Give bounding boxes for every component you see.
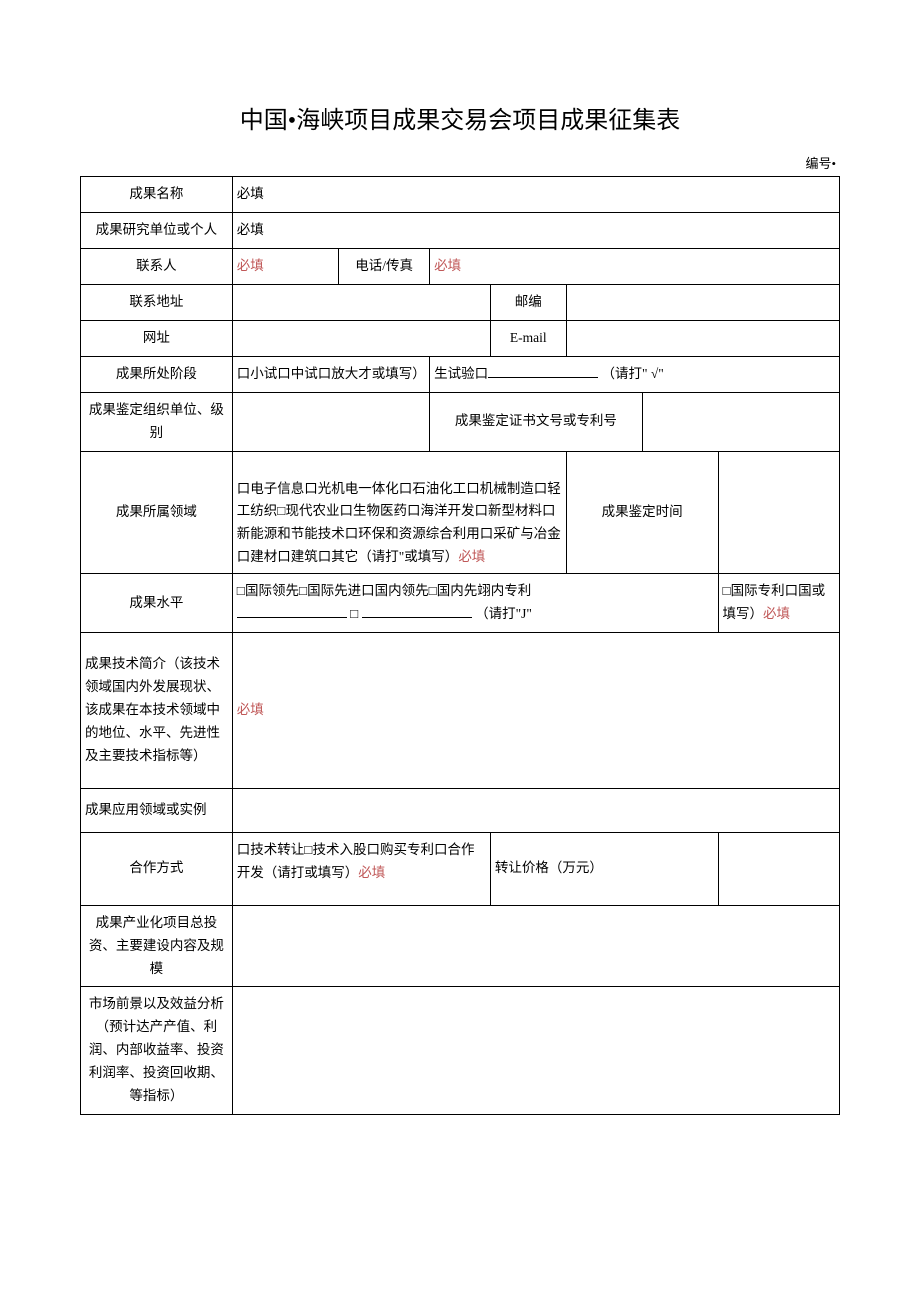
cell-stage-suffix[interactable]: 生试验口 （请打" √" — [430, 356, 840, 392]
serial-label: 编号• — [805, 153, 836, 172]
required-text: 必填 — [763, 606, 790, 621]
cell-website-value[interactable] — [232, 320, 490, 356]
cell-coop-value[interactable]: 口技术转让□技术入股口购买专利口合作开发（请打或填写）必填 — [232, 832, 490, 905]
cell-appraisal-time-value[interactable] — [718, 451, 839, 574]
cell-postcode-value[interactable] — [566, 284, 839, 320]
table-row: 成果水平 □国际领先□国际先进口国内领先□国内先翊内专利 □ （请打"J" □国… — [81, 574, 840, 633]
label-org: 成果研究单位或个人 — [81, 212, 233, 248]
label-application: 成果应用领域或实例 — [81, 788, 233, 832]
label-contact: 联系人 — [81, 248, 233, 284]
label-website: 网址 — [81, 320, 233, 356]
blank-line[interactable] — [237, 604, 347, 618]
label-name: 成果名称 — [81, 177, 233, 213]
cell-level-value1[interactable]: □国际领先□国际先进口国内领先□国内先翊内专利 □ （请打"J" — [232, 574, 718, 633]
table-row: 合作方式 口技术转让□技术入股口购买专利口合作开发（请打或填写）必填 转让价格（… — [81, 832, 840, 905]
cell-phone-value[interactable]: 必填 — [430, 248, 840, 284]
field-options-text: 口电子信息口光机电一体化口石油化工口机械制造口轻工纺织□现代农业口生物医药口海洋… — [237, 481, 561, 565]
cell-field-value[interactable]: 口电子信息口光机电一体化口石油化工口机械制造口轻工纺织□现代农业口生物医药口海洋… — [232, 451, 566, 574]
cell-org-value[interactable]: 必填 — [232, 212, 839, 248]
table-row: 成果应用领域或实例 — [81, 788, 840, 832]
table-row: 成果产业化项目总投资、主要建设内容及规模 — [81, 905, 840, 987]
cell-name-value[interactable]: 必填 — [232, 177, 839, 213]
required-text: 必填 — [434, 258, 461, 273]
table-row: 联系人 必填 电话/传真 必填 — [81, 248, 840, 284]
cell-email-value[interactable] — [566, 320, 839, 356]
label-coop: 合作方式 — [81, 832, 233, 905]
label-market: 市场前景以及效益分析（预计达产产值、利润、内部收益率、投资利润率、投资回收期、等… — [81, 987, 233, 1115]
cell-level-value2[interactable]: □国际专利口国或填写）必填 — [718, 574, 839, 633]
stage-suffix-text2: （请打" √" — [602, 366, 664, 381]
cell-investment-value[interactable] — [232, 905, 839, 987]
label-summary: 成果技术简介（该技术领域国内外发展现状、该成果在本技术领域中的地位、水平、先进性… — [81, 633, 233, 789]
level-text-3: （请打"J" — [475, 606, 532, 621]
label-appraisal-time: 成果鉴定时间 — [566, 451, 718, 574]
table-row: 联系地址 邮编 — [81, 284, 840, 320]
label-phone: 电话/传真 — [339, 248, 430, 284]
level-text-2: □ — [350, 606, 358, 621]
label-stage: 成果所处阶段 — [81, 356, 233, 392]
required-text: 必填 — [237, 702, 264, 717]
label-cert-no: 成果鉴定证书文号或专利号 — [430, 392, 643, 451]
cell-application-value[interactable] — [232, 788, 839, 832]
cell-summary-value[interactable]: 必填 — [232, 633, 839, 789]
cell-cert-no-value[interactable] — [642, 392, 839, 451]
table-row: 市场前景以及效益分析（预计达产产值、利润、内部收益率、投资利润率、投资回收期、等… — [81, 987, 840, 1115]
table-row: 成果鉴定组织单位、级别 成果鉴定证书文号或专利号 — [81, 392, 840, 451]
collection-form-table: 成果名称 必填 成果研究单位或个人 必填 联系人 必填 电话/传真 必填 联系地… — [80, 176, 840, 1115]
blank-line[interactable] — [362, 604, 472, 618]
label-field: 成果所属领域 — [81, 451, 233, 574]
serial-number-row: 编号• — [80, 153, 840, 172]
cell-address-value[interactable] — [232, 284, 490, 320]
required-text: 必填 — [458, 549, 485, 564]
cell-stage-prefix[interactable]: 口小试口中试口放大才或填写） — [232, 356, 429, 392]
label-level: 成果水平 — [81, 574, 233, 633]
level-text-1: □国际领先□国际先进口国内领先□国内先翊内专利 — [237, 583, 531, 598]
stage-suffix-text1: 生试验口 — [434, 366, 488, 381]
required-text: 必填 — [237, 258, 264, 273]
page-title: 中国•海峡项目成果交易会项目成果征集表 — [80, 100, 840, 135]
cell-appraisal-org-value[interactable] — [232, 392, 429, 451]
label-investment: 成果产业化项目总投资、主要建设内容及规模 — [81, 905, 233, 987]
label-postcode: 邮编 — [490, 284, 566, 320]
table-row: 成果所处阶段 口小试口中试口放大才或填写） 生试验口 （请打" √" — [81, 356, 840, 392]
cell-market-value[interactable] — [232, 987, 839, 1115]
label-appraisal-org: 成果鉴定组织单位、级别 — [81, 392, 233, 451]
table-row: 成果名称 必填 — [81, 177, 840, 213]
required-text: 必填 — [358, 865, 385, 880]
cell-transfer-price-value[interactable] — [718, 832, 839, 905]
table-row: 成果研究单位或个人 必填 — [81, 212, 840, 248]
blank-line[interactable] — [488, 364, 598, 378]
cell-contact-value[interactable]: 必填 — [232, 248, 338, 284]
table-row: 网址 E-mail — [81, 320, 840, 356]
label-transfer-price: 转让价格（万元） — [490, 832, 718, 905]
label-email: E-mail — [490, 320, 566, 356]
coop-options-text: 口技术转让□技术入股口购买专利口合作开发（请打或填写） — [237, 842, 475, 880]
table-row: 成果技术简介（该技术领域国内外发展现状、该成果在本技术领域中的地位、水平、先进性… — [81, 633, 840, 789]
table-row: 成果所属领域 口电子信息口光机电一体化口石油化工口机械制造口轻工纺织□现代农业口… — [81, 451, 840, 574]
label-address: 联系地址 — [81, 284, 233, 320]
